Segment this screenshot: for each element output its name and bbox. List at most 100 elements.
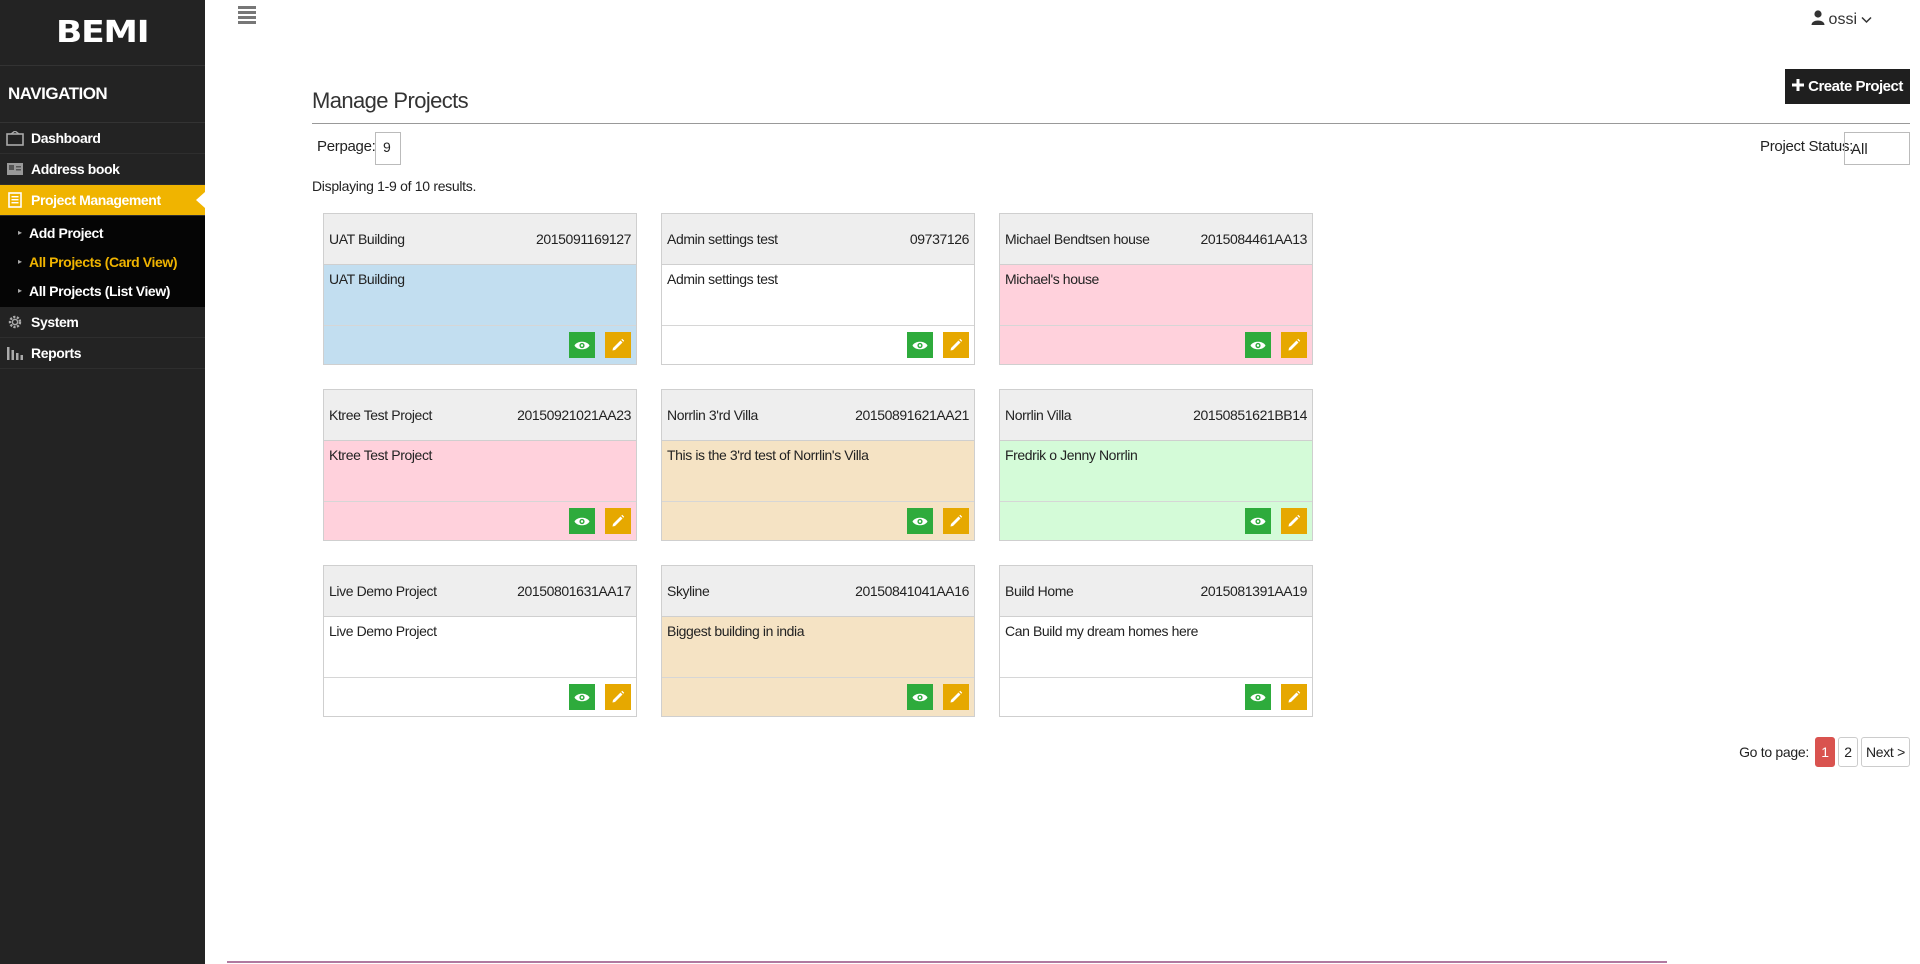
user-menu[interactable]: ossi: [1811, 10, 1872, 30]
sidebar-item-dashboard[interactable]: Dashboard: [0, 123, 205, 154]
pencil-icon: [611, 690, 625, 704]
project-code: 09737126: [909, 231, 969, 247]
sidebar-item-label: Project Management: [31, 192, 161, 208]
project-name: Skyline: [667, 583, 710, 599]
eye-icon: [1250, 692, 1266, 703]
project-name: Admin settings test: [667, 231, 778, 247]
edit-button[interactable]: [1281, 684, 1307, 710]
project-description: Fredrik o Jenny Norrlin: [1005, 447, 1138, 463]
card-header: Norrlin 3'rd Villa 20150891621AA21: [662, 390, 974, 441]
sub-nav: ▸ Add Project ▸ All Projects (Card View)…: [0, 216, 205, 307]
page-1-button[interactable]: 1: [1814, 737, 1835, 767]
bar-chart-icon: [6, 345, 24, 361]
edit-button[interactable]: [943, 332, 969, 358]
project-card[interactable]: Live Demo Project 20150801631AA17 Live Dem…: [323, 565, 637, 717]
nav-title: NAVIGATION: [0, 66, 205, 123]
eye-icon: [912, 340, 928, 351]
sidebar-item-reports[interactable]: Reports: [0, 338, 205, 369]
project-description: Can Build my dream homes here: [1005, 623, 1199, 639]
pencil-icon: [949, 514, 963, 528]
card-body: This is the 3'rd test of Norrlin's Villa: [662, 441, 974, 502]
project-card[interactable]: UAT Building 2015091169127 UAT Building: [323, 213, 637, 365]
sub-item-label: Add Project: [29, 224, 104, 241]
edit-button[interactable]: [605, 684, 631, 710]
project-code: 20150921021AA23: [517, 407, 631, 423]
view-button[interactable]: [569, 684, 595, 710]
view-button[interactable]: [907, 684, 933, 710]
card-body: Ktree Test Project: [324, 441, 636, 502]
project-status-select[interactable]: All: [1844, 132, 1910, 165]
project-card[interactable]: Admin settings test 09737126 Admin setting…: [661, 213, 975, 365]
create-project-label: Create Project: [1808, 78, 1903, 95]
sub-item-list-view[interactable]: ▸ All Projects (List View): [0, 276, 205, 305]
project-description: This is the 3'rd test of Norrlin's Villa: [667, 447, 869, 463]
card-footer: [662, 678, 974, 716]
edit-button[interactable]: [1281, 508, 1307, 534]
card-header: Admin settings test 09737126: [662, 214, 974, 265]
pencil-icon: [1287, 690, 1301, 704]
project-code: 2015091169127: [536, 231, 631, 247]
project-name: Live Demo Project: [329, 583, 437, 599]
card-footer: [662, 326, 974, 364]
gear-icon: [6, 314, 24, 330]
project-description: UAT Building: [329, 271, 405, 287]
project-description: Ktree Test Project: [329, 447, 433, 463]
card-footer: [1000, 326, 1312, 364]
pagination: Go to page: 1 2 Next >: [1739, 737, 1910, 767]
project-card[interactable]: Ktree Test Project 20150921021AA23 Ktree T…: [323, 389, 637, 541]
view-button[interactable]: [907, 508, 933, 534]
title-divider: [312, 123, 1910, 124]
eye-icon: [574, 516, 590, 527]
view-button[interactable]: [1245, 684, 1271, 710]
caret-right-icon: ▸: [18, 286, 22, 295]
page-2-button[interactable]: 2: [1837, 737, 1858, 767]
card-footer: [324, 678, 636, 716]
sidebar-item-address-book[interactable]: Address book: [0, 154, 205, 185]
view-button[interactable]: [569, 332, 595, 358]
pencil-icon: [1287, 514, 1301, 528]
project-code: 2015081391AA19: [1200, 583, 1307, 599]
edit-button[interactable]: [605, 508, 631, 534]
eye-icon: [1250, 340, 1266, 351]
card-header: UAT Building 2015091169127: [324, 214, 636, 265]
project-code: 20150801631AA17: [517, 583, 631, 599]
view-button[interactable]: [1245, 508, 1271, 534]
project-name: Norrlin 3'rd Villa: [667, 407, 758, 423]
eye-icon: [574, 692, 590, 703]
sidebar-item-project-management[interactable]: Project Management: [0, 185, 205, 216]
project-card[interactable]: Build Home 2015081391AA19 Can Build my dre…: [999, 565, 1313, 717]
edit-button[interactable]: [943, 684, 969, 710]
edit-button[interactable]: [1281, 332, 1307, 358]
sub-item-card-view[interactable]: ▸ All Projects (Card View): [0, 247, 205, 276]
view-button[interactable]: [569, 508, 595, 534]
card-body: Michael's house: [1000, 265, 1312, 326]
edit-button[interactable]: [605, 332, 631, 358]
create-project-button[interactable]: Create Project: [1785, 69, 1910, 104]
edit-button[interactable]: [943, 508, 969, 534]
sub-item-label: All Projects (Card View): [29, 253, 178, 270]
logo[interactable]: BEMI: [0, 0, 205, 66]
project-card[interactable]: Norrlin 3'rd Villa 20150891621AA21 This is…: [661, 389, 975, 541]
sub-item-add-project[interactable]: ▸ Add Project: [0, 218, 205, 247]
project-card[interactable]: Skyline 20150841041AA16 Biggest building i…: [661, 565, 975, 717]
next-page-button[interactable]: Next >: [1860, 737, 1910, 767]
sidebar-item-label: Dashboard: [31, 130, 101, 146]
project-card[interactable]: Norrlin Villa 20150851621BB14 Fredrik o Je…: [999, 389, 1313, 541]
view-button[interactable]: [1245, 332, 1271, 358]
card-body: Fredrik o Jenny Norrlin: [1000, 441, 1312, 502]
project-name: Ktree Test Project: [329, 407, 433, 423]
menu-toggle-icon[interactable]: [238, 6, 256, 26]
eye-icon: [912, 692, 928, 703]
card-footer: [662, 502, 974, 540]
sidebar-item-system[interactable]: System: [0, 307, 205, 338]
caret-right-icon: ▸: [18, 257, 22, 266]
user-name: ossi: [1828, 11, 1857, 28]
card-body: Biggest building in india: [662, 617, 974, 678]
card-footer: [1000, 678, 1312, 716]
perpage-input[interactable]: 9: [375, 132, 401, 165]
project-card[interactable]: Michael Bendtsen house 2015084461AA13 Mich…: [999, 213, 1313, 365]
card-header: Skyline 20150841041AA16: [662, 566, 974, 617]
view-button[interactable]: [907, 332, 933, 358]
dashboard-icon: [6, 130, 24, 146]
card-body: UAT Building: [324, 265, 636, 326]
